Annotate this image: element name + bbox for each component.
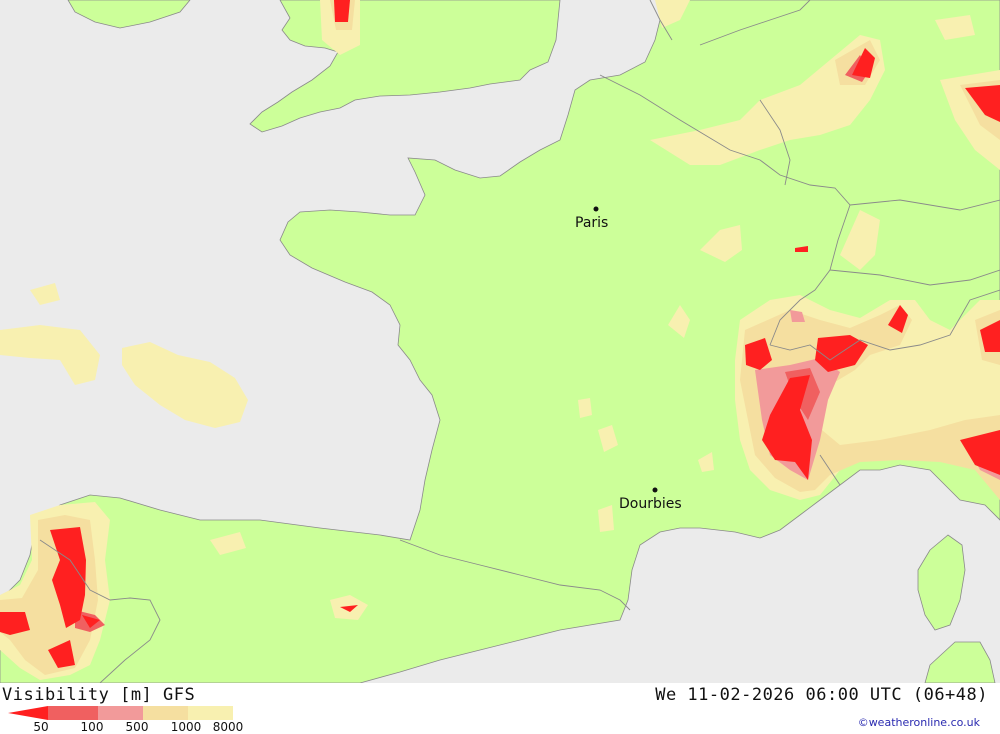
legend-label-8000: 8000 (212, 720, 244, 734)
legend-swatch-100 (48, 706, 98, 720)
dourbies-marker (652, 487, 658, 493)
dourbies-label: Dourbies (619, 496, 682, 512)
credit-link[interactable]: ©weatheronline.co.uk (858, 716, 980, 729)
legend-color-bar (8, 706, 233, 720)
legend-label-1000: 1000 (170, 720, 202, 734)
legend-label-50: 50 (33, 720, 49, 734)
map-footer: Visibility [m] GFS We 11-02-2026 06:00 U… (0, 683, 1000, 734)
legend-labels: 50 100 500 1000 8000 (0, 720, 260, 734)
legend-swatch-500 (98, 706, 143, 720)
legend-swatch-8000 (188, 706, 233, 720)
legend-label-100: 100 (80, 720, 104, 734)
legend-swatch-50 (8, 706, 48, 720)
map-timestamp: We 11-02-2026 06:00 UTC (06+48) (655, 685, 988, 705)
legend-label-500: 500 (125, 720, 149, 734)
legend-swatch-1000 (143, 706, 188, 720)
paris-label: Paris (575, 215, 608, 231)
map-title: Visibility [m] GFS (2, 685, 196, 705)
paris-marker (593, 206, 599, 212)
visibility-map: Paris Dourbies (0, 0, 1000, 683)
